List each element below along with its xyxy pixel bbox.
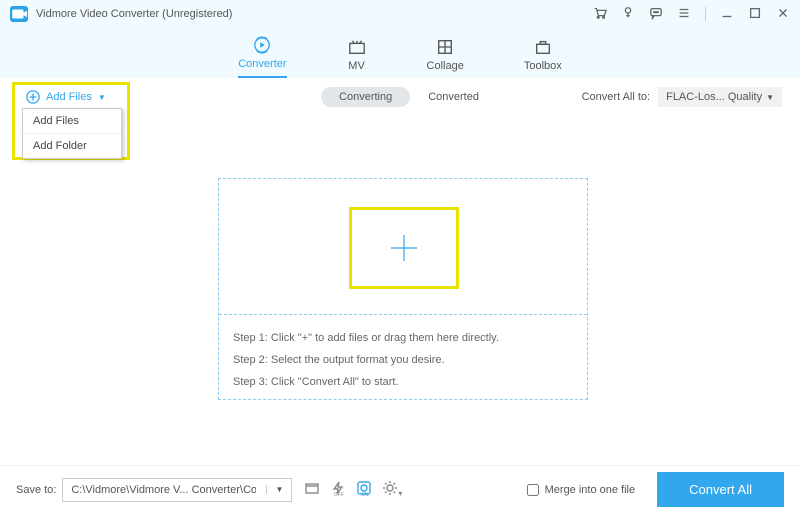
- add-files-label: Add Files: [46, 91, 92, 103]
- output-format-value: FLAC-Los... Quality: [666, 91, 762, 103]
- lightning-off-icon[interactable]: OFF: [330, 480, 346, 499]
- action-bar: Add Files ▼ Add Files Add Folder Convert…: [0, 78, 800, 116]
- convert-all-button[interactable]: Convert All: [657, 472, 784, 507]
- svg-text:OFF: OFF: [334, 492, 344, 496]
- maximize-button[interactable]: [748, 6, 762, 23]
- svg-text:ON: ON: [361, 492, 369, 496]
- add-files-button[interactable]: Add Files ▼: [18, 84, 114, 110]
- app-logo: [10, 6, 28, 22]
- titlebar: Vidmore Video Converter (Unregistered): [0, 0, 800, 28]
- main-nav: Converter MV Collage Toolbox: [0, 28, 800, 78]
- bottom-bar: Save to: C:\Vidmore\Vidmore V... Convert…: [0, 465, 800, 513]
- save-path-value: C:\Vidmore\Vidmore V... Converter\Conver…: [71, 484, 256, 496]
- save-to-label: Save to:: [16, 484, 56, 496]
- app-title: Vidmore Video Converter (Unregistered): [36, 8, 232, 20]
- nav-tab-converter[interactable]: Converter: [238, 36, 286, 78]
- step-text: Step 3: Click "Convert All" to start.: [233, 371, 499, 393]
- chevron-down-icon: ▼: [766, 93, 774, 102]
- open-folder-icon[interactable]: [304, 480, 320, 499]
- nav-tab-label: Converter: [238, 58, 286, 70]
- save-path-select[interactable]: C:\Vidmore\Vidmore V... Converter\Conver…: [62, 478, 292, 502]
- tab-converted[interactable]: Converted: [428, 91, 479, 103]
- step-text: Step 1: Click "+" to add files or drag t…: [233, 327, 499, 349]
- step-text: Step 2: Select the output format you des…: [233, 349, 499, 371]
- nav-tab-collage[interactable]: Collage: [427, 38, 464, 78]
- chevron-down-icon[interactable]: ▼: [266, 485, 283, 494]
- tab-converting[interactable]: Converting: [321, 87, 410, 107]
- instruction-steps: Step 1: Click "+" to add files or drag t…: [233, 327, 499, 393]
- merge-checkbox-group[interactable]: Merge into one file: [527, 484, 636, 496]
- settings-icon[interactable]: ▾: [382, 480, 402, 499]
- nav-tab-mv[interactable]: MV: [347, 38, 367, 78]
- merge-label: Merge into one file: [545, 484, 636, 496]
- output-format-select[interactable]: FLAC-Los... Quality ▼: [658, 87, 782, 107]
- chevron-down-icon: ▼: [98, 93, 106, 102]
- close-button[interactable]: [776, 6, 790, 23]
- add-files-dropdown: Add Files Add Folder: [22, 108, 122, 159]
- nav-tab-label: Toolbox: [524, 60, 562, 72]
- nav-tab-label: Collage: [427, 60, 464, 72]
- dropdown-item-add-files[interactable]: Add Files: [23, 109, 121, 134]
- cart-icon[interactable]: [593, 6, 607, 23]
- feedback-icon[interactable]: [649, 6, 663, 23]
- dropzone-divider: [219, 314, 587, 315]
- file-dropzone[interactable]: Step 1: Click "+" to add files or drag t…: [218, 178, 588, 400]
- convert-all-to-label: Convert All to:: [582, 91, 650, 103]
- key-icon[interactable]: [621, 6, 635, 23]
- divider: [705, 7, 706, 21]
- nav-tab-label: MV: [348, 60, 365, 72]
- add-files-bigplus[interactable]: [349, 207, 459, 289]
- minimize-button[interactable]: [720, 6, 734, 23]
- gpu-on-icon[interactable]: ON: [356, 480, 372, 499]
- merge-checkbox[interactable]: [527, 484, 539, 496]
- nav-tab-toolbox[interactable]: Toolbox: [524, 38, 562, 78]
- dropdown-item-add-folder[interactable]: Add Folder: [23, 134, 121, 158]
- menu-icon[interactable]: [677, 6, 691, 23]
